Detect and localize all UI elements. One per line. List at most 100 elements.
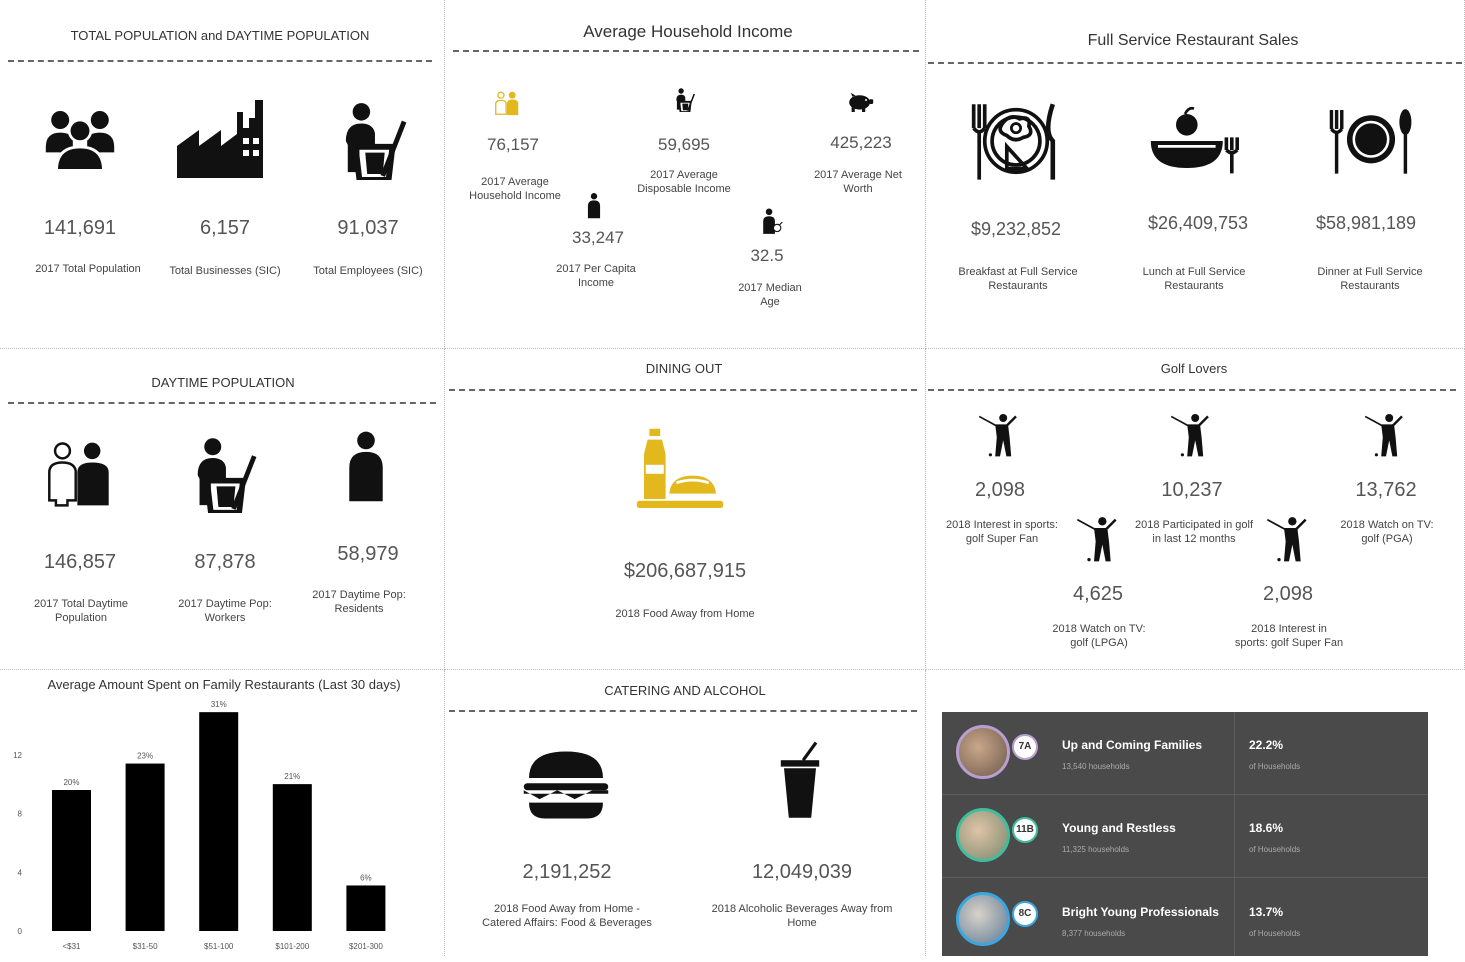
- panel-title: DAYTIME POPULATION: [151, 375, 295, 390]
- segment-row[interactable]: 7A Up and Coming Families 13,540 househo…: [942, 712, 1428, 795]
- x-tick-label: <$31: [62, 942, 81, 951]
- wine-food-icon: [635, 426, 725, 518]
- panel-title: DINING OUT: [645, 361, 723, 376]
- stat-label: 2017 Median Age: [738, 282, 802, 308]
- bar-data-label: 20%: [63, 778, 79, 787]
- bar-data-label: 23%: [137, 752, 153, 761]
- x-tick-label: $101-200: [275, 942, 309, 951]
- segment-households: 8,377 households: [1062, 929, 1126, 938]
- stat-value: 87,878: [194, 551, 256, 573]
- stat-value: 32.5: [750, 246, 784, 265]
- stat-value: 425,223: [830, 133, 892, 152]
- segment-households: 11,325 households: [1062, 845, 1130, 854]
- golfer-icon: [1264, 512, 1314, 564]
- bar: [199, 712, 239, 931]
- piggy-bank-icon: [846, 92, 874, 112]
- segment-code-badge: 8C: [1012, 901, 1038, 927]
- stat-value: 13,762: [1355, 479, 1417, 501]
- dining-label: 2018 Food Away from Home: [615, 608, 755, 620]
- stat-label: 2017 Total Daytime Population: [34, 598, 128, 624]
- stat-value: 33,247: [572, 228, 624, 247]
- panel-title: Golf Lovers: [1160, 361, 1228, 376]
- total-population-panel: TOTAL POPULATION and DAYTIME POPULATION …: [0, 0, 445, 349]
- stat-value: 146,857: [43, 551, 117, 573]
- stat-label: 2018 Participated in golf in last 12 mon…: [1134, 519, 1254, 545]
- stat-value: 2,098: [974, 479, 1026, 501]
- person-icon: [586, 192, 602, 219]
- stat-label: Breakfast at Full Service Restaurants: [958, 266, 1078, 292]
- stat-label: 2018 Interest in sports: golf Super Fan: [946, 519, 1058, 545]
- stat-label: 2018 Interest in sports: golf Super Fan: [1234, 623, 1344, 649]
- restaurant-sales-panel: Full Service Restaurant Sales $9,232,852…: [926, 0, 1465, 349]
- panel-title: Full Service Restaurant Sales: [1087, 32, 1299, 49]
- segment-percent: 13.7%: [1249, 905, 1284, 919]
- household-income-panel: Average Household Income 76,157 2017 Ave…: [445, 0, 926, 349]
- bar: [272, 784, 312, 931]
- segment-code-badge: 11B: [1012, 817, 1038, 843]
- segment-percent-label: of Households: [1249, 845, 1301, 854]
- stat-value: $58,981,189: [1315, 213, 1417, 233]
- x-tick-label: $31-50: [133, 942, 158, 951]
- stat-value: 10,237: [1161, 479, 1223, 501]
- segment-percent: 22.2%: [1249, 738, 1284, 752]
- stat-label: 2017 Average Net Worth: [814, 169, 902, 195]
- stat-label: Total Businesses (SIC): [169, 265, 281, 277]
- golfer-icon: [1362, 409, 1410, 459]
- segment-percent: 18.6%: [1249, 821, 1284, 835]
- segment-row[interactable]: 11B Young and Restless 11,325 households…: [942, 795, 1428, 878]
- bar: [125, 763, 165, 931]
- segment-avatar: [956, 892, 1010, 946]
- stat-value: 91,037: [337, 217, 399, 239]
- y-tick-label: 0: [18, 927, 23, 936]
- stat-label: 2018 Watch on TV: golf (LPGA): [1052, 623, 1146, 649]
- bar: [346, 885, 386, 931]
- segment-name: Young and Restless: [1062, 821, 1176, 835]
- stat-value: 2,098: [1262, 583, 1314, 605]
- lunch-bowl-icon: [1146, 105, 1242, 177]
- x-tick-label: $201-300: [349, 942, 383, 951]
- dining-out-panel: DINING OUT $206,687,915 2018 Food Away f…: [445, 349, 926, 670]
- worker-icon: [674, 88, 696, 112]
- panel-title: CATERING AND ALCOHOL: [604, 683, 766, 698]
- segments-card: 7A Up and Coming Families 13,540 househo…: [942, 712, 1428, 956]
- bar-data-label: 6%: [360, 873, 372, 882]
- worker-icon: [192, 437, 258, 513]
- stat-label: 2018 Watch on TV: golf (PGA): [1340, 519, 1434, 545]
- segment-name: Bright Young Professionals: [1062, 905, 1219, 919]
- bar-data-label: 21%: [284, 772, 300, 781]
- stat-value: 141,691: [43, 217, 117, 239]
- stat-value: $9,232,852: [970, 219, 1062, 239]
- chart-title: Average Amount Spent on Family Restauran…: [47, 677, 400, 692]
- stat-label: 2018 Food Away from Home - Catered Affai…: [482, 903, 652, 929]
- daytime-population-panel: DAYTIME POPULATION 146,857 2017 Total Da…: [0, 349, 445, 670]
- stat-value: $26,409,753: [1147, 213, 1249, 233]
- factory-icon: [176, 98, 268, 178]
- panel-title: TOTAL POPULATION and DAYTIME POPULATION: [70, 28, 370, 43]
- stat-label: Total Employees (SIC): [313, 265, 423, 277]
- stat-label: 2017 Per Capita Income: [556, 263, 636, 289]
- dining-value: $206,687,915: [623, 560, 747, 582]
- y-tick-label: 4: [18, 868, 23, 877]
- stat-label: 2018 Alcoholic Beverages Away from Home: [711, 903, 893, 929]
- bar-data-label: 31%: [211, 700, 227, 709]
- segment-avatar: [956, 725, 1010, 779]
- segment-code-badge: 7A: [1012, 734, 1038, 760]
- panel-title: Average Household Income: [583, 22, 793, 41]
- bar: [52, 790, 91, 931]
- stat-label: 2017 Average Household Income: [469, 176, 561, 202]
- dinner-plate-icon: [1328, 105, 1414, 177]
- burger-icon: [522, 749, 610, 821]
- golfer-icon: [976, 409, 1024, 459]
- segment-households: 13,540 households: [1062, 762, 1130, 771]
- segment-row[interactable]: 8C Bright Young Professionals 8,377 hous…: [942, 879, 1428, 962]
- people-icon: [44, 100, 116, 176]
- stat-value: 58,979: [337, 543, 399, 565]
- golf-lovers-panel: Golf Lovers 2,098 2018 Interest in sport…: [926, 349, 1465, 670]
- family-restaurants-chart-panel: Average Amount Spent on Family Restauran…: [0, 670, 445, 956]
- stat-value: 2,191,252: [522, 861, 612, 883]
- drink-cup-icon: [776, 733, 824, 829]
- segment-percent-label: of Households: [1249, 762, 1301, 771]
- age-icon: [761, 208, 783, 234]
- stat-value: 6,157: [199, 217, 251, 239]
- stat-label: 2017 Daytime Pop: Residents: [312, 589, 406, 615]
